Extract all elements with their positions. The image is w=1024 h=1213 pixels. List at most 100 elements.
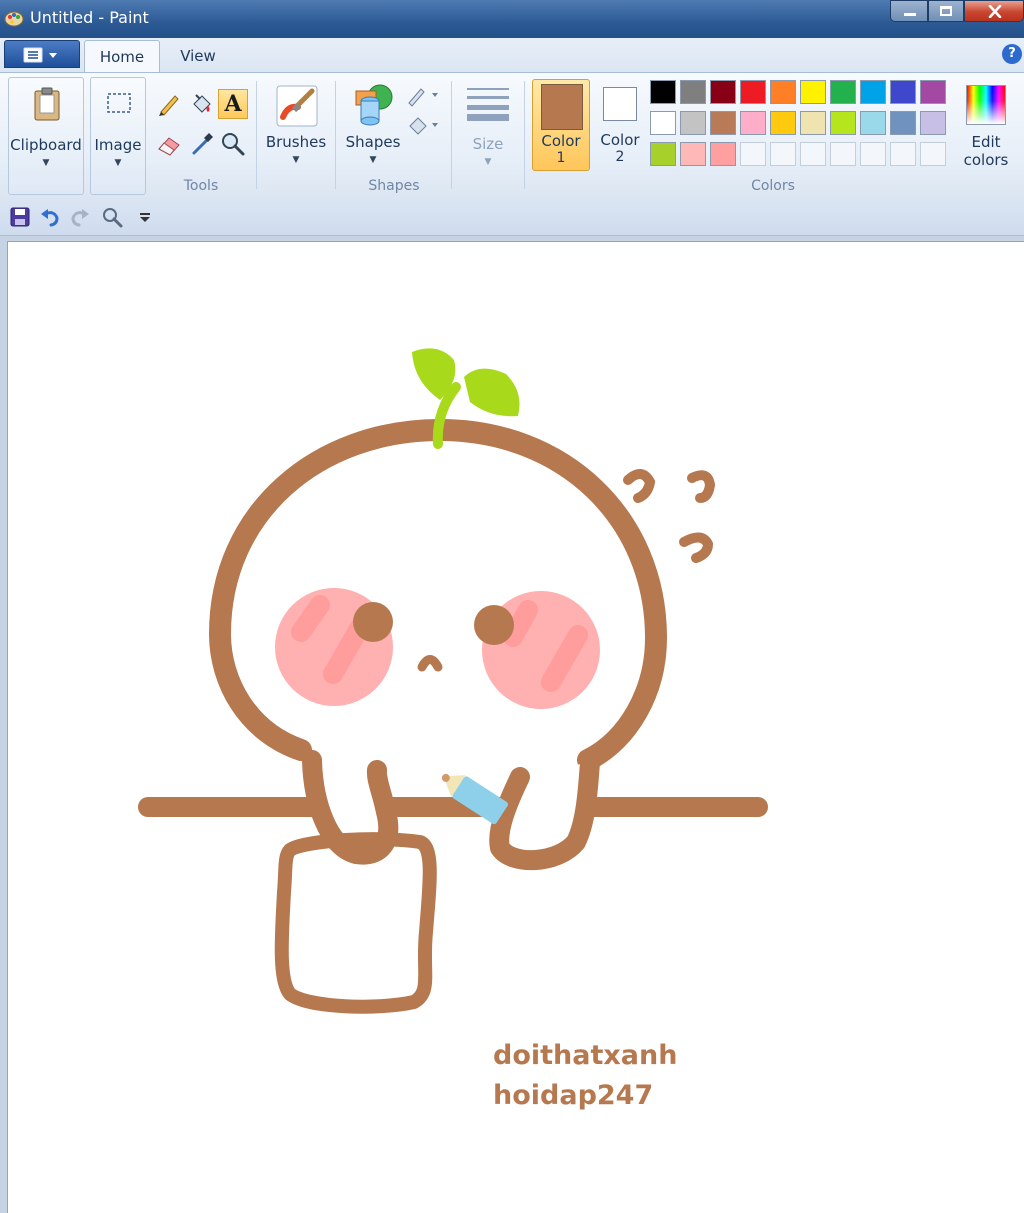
- tab-view[interactable]: View: [164, 40, 232, 72]
- magnifier-icon: [222, 133, 245, 156]
- image-button[interactable]: Image ▼: [90, 77, 146, 195]
- ribbon: Clipboard ▼ Image ▼ A Tools Brushes ▼ Sh…: [0, 72, 1024, 200]
- help-icon[interactable]: ?: [1002, 44, 1022, 64]
- pencil-tool[interactable]: [154, 89, 184, 119]
- tab-home[interactable]: Home: [84, 40, 160, 72]
- palette-swatch-empty[interactable]: [740, 142, 766, 166]
- palette-swatch[interactable]: [740, 111, 766, 135]
- outline-pen-icon: [408, 88, 438, 107]
- size-button[interactable]: Size ▼: [458, 77, 518, 173]
- minimize-button[interactable]: [890, 0, 928, 22]
- palette-swatch[interactable]: [650, 111, 676, 135]
- palette-swatch-empty[interactable]: [920, 142, 946, 166]
- outline-button[interactable]: [404, 81, 442, 111]
- shapes-button[interactable]: Shapes ▼: [342, 77, 404, 173]
- watermark-line-1: doithatxanh: [493, 1040, 678, 1071]
- save-icon[interactable]: [8, 205, 32, 229]
- eraser-tool[interactable]: [154, 129, 184, 159]
- palette-swatch[interactable]: [680, 111, 706, 135]
- sweat-mark: [687, 470, 716, 503]
- edit-colors-button[interactable]: Edit colors: [958, 77, 1014, 173]
- palette-swatch[interactable]: [710, 111, 736, 135]
- shapes-icon: [355, 84, 393, 126]
- chevron-down-icon: ▼: [42, 158, 50, 168]
- palette-swatch[interactable]: [890, 111, 916, 135]
- chevron-down-icon: ▼: [114, 158, 122, 168]
- palette-swatch-empty[interactable]: [830, 142, 856, 166]
- zoom-icon[interactable]: [100, 205, 124, 229]
- box-drawing: [274, 832, 437, 1014]
- palette-swatch[interactable]: [860, 80, 886, 104]
- drawing-canvas[interactable]: doithatxanh hoidap247: [8, 242, 1024, 1213]
- undo-icon[interactable]: [38, 205, 62, 229]
- select-icon: [107, 93, 131, 113]
- color1-button[interactable]: Color 1: [532, 79, 590, 171]
- window-title: Untitled - Paint: [30, 8, 149, 27]
- palette-swatch[interactable]: [680, 142, 706, 166]
- customize-toolbar-icon[interactable]: [134, 205, 158, 229]
- palette-swatch[interactable]: [800, 80, 826, 104]
- palette-swatch[interactable]: [890, 80, 916, 104]
- brush-icon: [276, 85, 318, 127]
- palette-swatch[interactable]: [710, 80, 736, 104]
- palette-swatch-empty[interactable]: [770, 142, 796, 166]
- paint-menu-button[interactable]: [4, 40, 80, 68]
- close-button[interactable]: [964, 0, 1024, 22]
- separator: [451, 81, 452, 189]
- palette-swatch-empty[interactable]: [860, 142, 886, 166]
- fill-tool[interactable]: [186, 89, 216, 119]
- color1-number: 1: [556, 150, 566, 166]
- rainbow-icon: [966, 85, 1006, 125]
- color2-number: 2: [615, 149, 625, 165]
- edit-colors-label: Edit: [971, 133, 1001, 151]
- cheek-mark: [503, 600, 538, 647]
- watermark-line-2: hoidap247: [493, 1080, 654, 1111]
- paint-bucket-icon: [193, 94, 211, 113]
- edit-colors-label-2: colors: [963, 151, 1009, 169]
- separator: [524, 81, 525, 189]
- palette-swatch[interactable]: [920, 111, 946, 135]
- maximize-icon: [940, 6, 952, 16]
- right-arm: [489, 752, 600, 870]
- quick-access-toolbar: [0, 199, 1024, 236]
- palette-swatch[interactable]: [650, 142, 676, 166]
- pencil-icon: [159, 95, 179, 116]
- palette-swatch[interactable]: [680, 80, 706, 104]
- palette-swatch[interactable]: [830, 80, 856, 104]
- palette-swatch[interactable]: [770, 80, 796, 104]
- palette-swatch[interactable]: [740, 80, 766, 104]
- brushes-label: Brushes: [265, 133, 327, 151]
- color-picker-tool[interactable]: [186, 129, 216, 159]
- shapes-group-label: Shapes: [368, 178, 420, 194]
- brushes-button[interactable]: Brushes ▼: [262, 77, 330, 173]
- canvas-workspace: doithatxanh hoidap247: [0, 236, 1024, 1213]
- line-size-icon: [467, 88, 509, 121]
- shapes-label: Shapes: [345, 133, 401, 151]
- fill-button[interactable]: [404, 111, 442, 141]
- minimize-icon: [904, 13, 916, 16]
- palette-swatch[interactable]: [920, 80, 946, 104]
- text-tool[interactable]: A: [218, 89, 248, 119]
- palette-swatch[interactable]: [710, 142, 736, 166]
- fill-bucket-icon: [409, 117, 438, 135]
- title-bar[interactable]: Untitled - Paint: [0, 0, 1024, 38]
- palette-swatch[interactable]: [650, 80, 676, 104]
- redo-icon[interactable]: [68, 205, 92, 229]
- maximize-button[interactable]: [928, 0, 964, 22]
- clipboard-label: Clipboard: [10, 136, 82, 154]
- magnifier-tool[interactable]: [218, 129, 248, 159]
- palette-swatch[interactable]: [770, 111, 796, 135]
- sweat-mark: [623, 469, 656, 503]
- palette-swatch-empty[interactable]: [800, 142, 826, 166]
- chevron-down-icon: ▼: [369, 155, 377, 165]
- clipboard-button[interactable]: Clipboard ▼: [8, 77, 84, 195]
- palette-swatch[interactable]: [830, 111, 856, 135]
- paint-app-icon[interactable]: [4, 8, 24, 28]
- left-eye: [353, 602, 393, 642]
- palette-swatch[interactable]: [800, 111, 826, 135]
- close-icon: [988, 5, 1002, 18]
- palette-swatch-empty[interactable]: [890, 142, 916, 166]
- palette-swatch[interactable]: [860, 111, 886, 135]
- window-controls: [890, 0, 1024, 24]
- color2-button[interactable]: Color 2: [594, 79, 646, 171]
